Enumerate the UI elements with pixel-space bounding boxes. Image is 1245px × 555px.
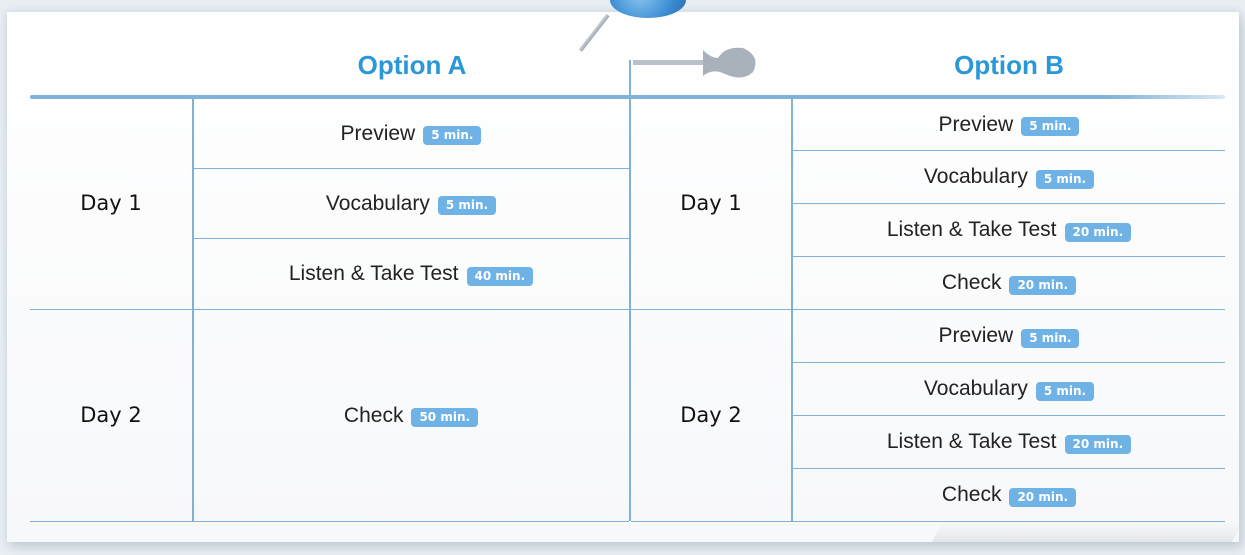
activity-label: Vocabulary (923, 165, 1028, 188)
duration-badge: 5 min. (1021, 117, 1080, 136)
duration-badge: 5 min. (423, 126, 482, 145)
activity-label: Listen & Take Test (886, 218, 1057, 241)
duration-badge: 5 min. (437, 196, 497, 215)
activity-row: Check 50 min. (193, 310, 629, 521)
activity-label: Preview (938, 112, 1014, 136)
activity-row: Listen & Take Test 20 min. (793, 204, 1225, 256)
day-label: Day 1 (80, 191, 142, 215)
option-a-header: Option A (357, 50, 467, 80)
divider-options (629, 60, 631, 521)
duration-badge: 20 min. (1064, 434, 1132, 454)
activity-row: Preview 5 min. (793, 310, 1225, 362)
duration-badge: 20 min. (1009, 487, 1077, 507)
activity-label: Vocabulary (923, 377, 1028, 400)
activity-label: Check (941, 483, 1002, 506)
duration-badge: 50 min. (411, 408, 479, 427)
pushpin-shadow-icon (633, 47, 756, 78)
table-bottom-rule (631, 521, 1225, 522)
activity-label: Preview (340, 121, 416, 145)
activity-label: Listen & Take Test (886, 430, 1057, 453)
activity-row: Preview 5 min. (193, 99, 629, 168)
activity-row: Listen & Take Test 40 min. (193, 239, 629, 309)
duration-badge: 5 min. (1035, 381, 1095, 401)
duration-badge: 5 min. (1035, 169, 1095, 189)
day-label: Day 2 (680, 403, 742, 427)
option-b-header: Option B (954, 50, 1064, 80)
activity-label: Listen & Take Test (288, 262, 459, 285)
activity-label: Check (941, 271, 1002, 294)
table-bottom-rule (30, 521, 629, 522)
activity-label: Vocabulary (325, 191, 430, 215)
activity-row: Listen & Take Test 20 min. (793, 416, 1225, 468)
activity-row: Check 20 min. (793, 257, 1225, 309)
duration-badge: 40 min. (466, 266, 534, 286)
activity-label: Check (343, 403, 404, 427)
duration-badge: 5 min. (1021, 328, 1080, 348)
activity-row: Vocabulary 5 min. (193, 169, 629, 238)
activity-label: Preview (938, 324, 1014, 347)
activity-row: Check 20 min. (793, 469, 1225, 521)
activity-row: Vocabulary 5 min. (793, 363, 1225, 415)
activity-row: Vocabulary 5 min. (793, 151, 1225, 203)
day-label: Day 1 (680, 191, 742, 215)
duration-badge: 20 min. (1009, 275, 1077, 295)
paper-curl (931, 524, 1243, 542)
activity-row: Preview 5 min. (793, 99, 1225, 150)
duration-badge: 20 min. (1064, 222, 1132, 242)
day-label: Day 2 (80, 403, 142, 427)
